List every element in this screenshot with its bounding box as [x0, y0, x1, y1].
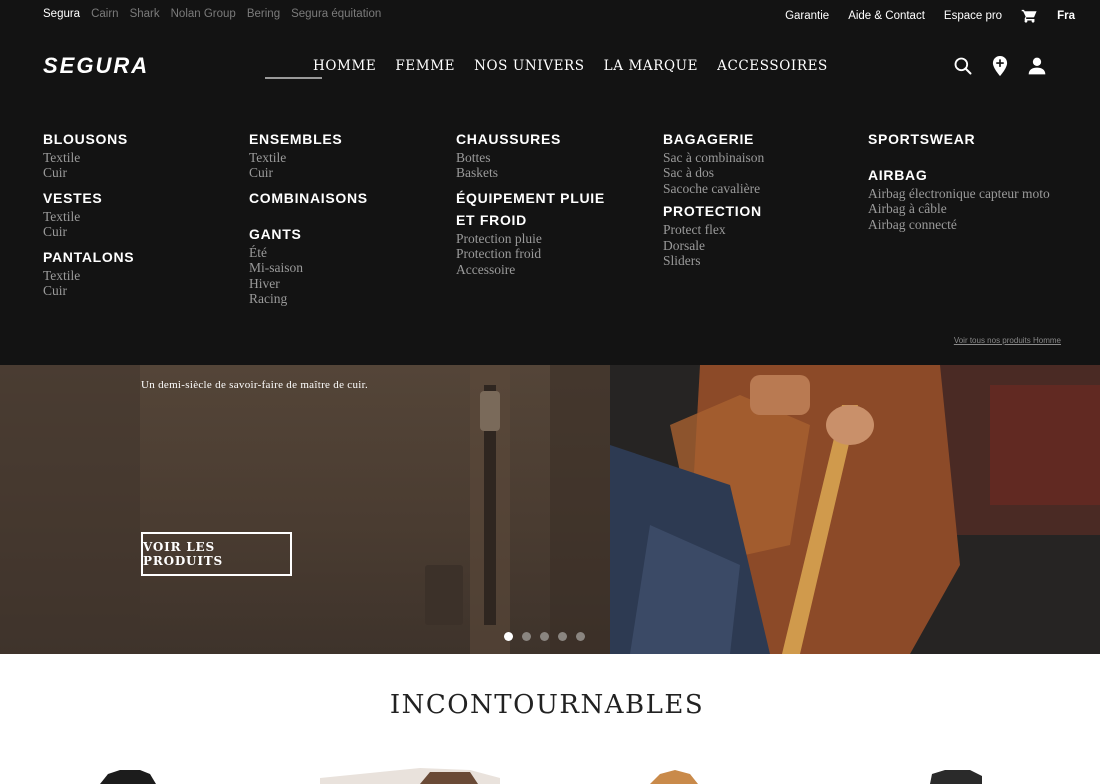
menu-category-pantalons[interactable]: PANTALONS — [43, 246, 134, 268]
menu-category-vestes[interactable]: VESTES — [43, 187, 134, 209]
nav-la-marque[interactable]: LA MARQUE — [604, 58, 698, 74]
product-thumb-jacket — [100, 770, 156, 784]
carousel-dot-2[interactable] — [522, 632, 531, 641]
menu-link-protection-pluie[interactable]: Protection pluie — [456, 231, 605, 246]
menu-link-sacoche-cavaliere[interactable]: Sacoche cavalière — [663, 181, 764, 196]
carousel-dot-3[interactable] — [540, 632, 549, 641]
menu-column-2: ENSEMBLES Textile Cuir COMBINAISONS GANT… — [249, 128, 368, 306]
search-icon[interactable] — [953, 56, 973, 76]
menu-category-sportswear[interactable]: SPORTSWEAR — [868, 128, 1050, 150]
menu-category-blousons[interactable]: BLOUSONS — [43, 128, 134, 150]
menu-link-gants-racing[interactable]: Racing — [249, 291, 368, 306]
menu-link-gants-hiver[interactable]: Hiver — [249, 276, 368, 291]
menu-column-1: BLOUSONS Textile Cuir VESTES Textile Cui… — [43, 128, 134, 298]
top-bar: Segura Cairn Shark Nolan Group Bering Se… — [0, 0, 1100, 30]
nav-accessoires[interactable]: ACCESSOIRES — [717, 58, 828, 74]
menu-category-gants[interactable]: GANTS — [249, 223, 368, 245]
menu-link-gants-mi-saison[interactable]: Mi-saison — [249, 260, 368, 275]
brand-link-segura-equitation[interactable]: Segura équitation — [291, 8, 381, 20]
menu-column-5: SPORTSWEAR AIRBAG Airbag électronique ca… — [868, 128, 1050, 232]
language-selector[interactable]: Fra — [1057, 10, 1075, 22]
carousel-dot-5[interactable] — [576, 632, 585, 641]
view-products-button[interactable]: VOIR LES PRODUITS — [141, 532, 292, 576]
menu-category-bagagerie[interactable]: BAGAGERIE — [663, 128, 764, 150]
menu-category-equipement-pluie[interactable]: ÉQUIPEMENT PLUIE — [456, 187, 605, 209]
menu-category-equipement-pluie-line2[interactable]: ET FROID — [456, 209, 605, 231]
segura-logo[interactable]: SEGURA — [43, 52, 193, 78]
menu-link-bottes[interactable]: Bottes — [456, 150, 605, 165]
cart-icon[interactable] — [1021, 7, 1038, 24]
menu-category-combinaisons[interactable]: COMBINAISONS — [249, 187, 368, 209]
pro-space-link[interactable]: Espace pro — [944, 10, 1002, 22]
menu-link-protect-flex[interactable]: Protect flex — [663, 222, 764, 237]
main-nav: HOMME FEMME NOS UNIVERS LA MARQUE ACCESS… — [313, 58, 828, 74]
menu-link-accessoire[interactable]: Accessoire — [456, 262, 605, 277]
menu-category-chaussures[interactable]: CHAUSSURES — [456, 128, 605, 150]
brand-switcher: Segura Cairn Shark Nolan Group Bering Se… — [43, 8, 381, 20]
menu-link-vestes-cuir[interactable]: Cuir — [43, 224, 134, 239]
product-thumb-bag — [930, 770, 982, 784]
menu-link-airbag-electronique[interactable]: Airbag électronique capteur moto — [868, 186, 1050, 201]
menu-link-airbag-cable[interactable]: Airbag à câble — [868, 201, 1050, 216]
menu-link-sac-a-dos[interactable]: Sac à dos — [663, 165, 764, 180]
menu-link-gants-ete[interactable]: Été — [249, 245, 368, 260]
nav-nos-univers[interactable]: NOS UNIVERS — [474, 58, 585, 74]
menu-link-protection-froid[interactable]: Protection froid — [456, 246, 605, 261]
brand-link-bering[interactable]: Bering — [247, 8, 280, 20]
carousel-pagination — [504, 632, 585, 641]
product-thumb-boot-detail — [420, 772, 478, 784]
menu-link-baskets[interactable]: Baskets — [456, 165, 605, 180]
menu-link-dorsale[interactable]: Dorsale — [663, 238, 764, 253]
logo-text: SEGURA — [43, 53, 149, 78]
guarantee-link[interactable]: Garantie — [785, 10, 829, 22]
menu-link-airbag-connecte[interactable]: Airbag connecté — [868, 217, 1050, 232]
carousel-dot-1[interactable] — [504, 632, 513, 641]
nav-homme[interactable]: HOMME — [313, 58, 376, 74]
brand-link-shark[interactable]: Shark — [130, 8, 160, 20]
store-locator-icon[interactable] — [990, 55, 1010, 77]
section-title: INCONTOURNABLES — [389, 690, 705, 720]
menu-link-blousons-cuir[interactable]: Cuir — [43, 165, 134, 180]
menu-link-sac-combinaison[interactable]: Sac à combinaison — [663, 150, 764, 165]
hero-banner: Un demi-siècle de savoir-faire de maître… — [0, 365, 1100, 654]
menu-column-3: CHAUSSURES Bottes Baskets ÉQUIPEMENT PLU… — [456, 128, 605, 277]
nav-active-indicator — [265, 77, 322, 79]
utility-links: Garantie Aide & Contact Espace pro Fra — [785, 7, 1075, 24]
menu-category-airbag[interactable]: AIRBAG — [868, 164, 1050, 186]
product-row-preview — [100, 768, 982, 784]
leather-jacket-zipper-image — [0, 365, 610, 654]
header-icons — [953, 55, 1047, 77]
menu-link-pantalons-cuir[interactable]: Cuir — [43, 283, 134, 298]
product-thumb-glove — [650, 770, 698, 784]
see-all-homme-link[interactable]: Voir tous nos produits Homme — [954, 336, 1061, 345]
menu-category-protection[interactable]: PROTECTION — [663, 200, 764, 222]
hero-tagline: Un demi-siècle de savoir-faire de maître… — [141, 379, 369, 391]
brand-link-segura[interactable]: Segura — [43, 8, 80, 20]
brand-link-nolan-group[interactable]: Nolan Group — [171, 8, 236, 20]
menu-link-sliders[interactable]: Sliders — [663, 253, 764, 268]
account-icon[interactable] — [1027, 56, 1047, 76]
hero-left-panel: Un demi-siècle de savoir-faire de maître… — [0, 365, 610, 654]
carousel-dot-4[interactable] — [558, 632, 567, 641]
biker-leather-jacket-photo — [610, 365, 1100, 654]
menu-link-vestes-textile[interactable]: Textile — [43, 209, 134, 224]
menu-link-ensembles-cuir[interactable]: Cuir — [249, 165, 368, 180]
help-contact-link[interactable]: Aide & Contact — [848, 10, 925, 22]
menu-link-ensembles-textile[interactable]: Textile — [249, 150, 368, 165]
hero-right-panel — [610, 365, 1100, 654]
menu-link-pantalons-textile[interactable]: Textile — [43, 268, 134, 283]
menu-column-4: BAGAGERIE Sac à combinaison Sac à dos Sa… — [663, 128, 764, 268]
main-header: SEGURA HOMME FEMME NOS UNIVERS LA MARQUE… — [0, 30, 1100, 102]
nav-femme[interactable]: FEMME — [395, 58, 455, 74]
menu-link-blousons-textile[interactable]: Textile — [43, 150, 134, 165]
mega-menu-homme: BLOUSONS Textile Cuir VESTES Textile Cui… — [0, 102, 1100, 365]
brand-link-cairn[interactable]: Cairn — [91, 8, 118, 20]
menu-category-ensembles[interactable]: ENSEMBLES — [249, 128, 368, 150]
